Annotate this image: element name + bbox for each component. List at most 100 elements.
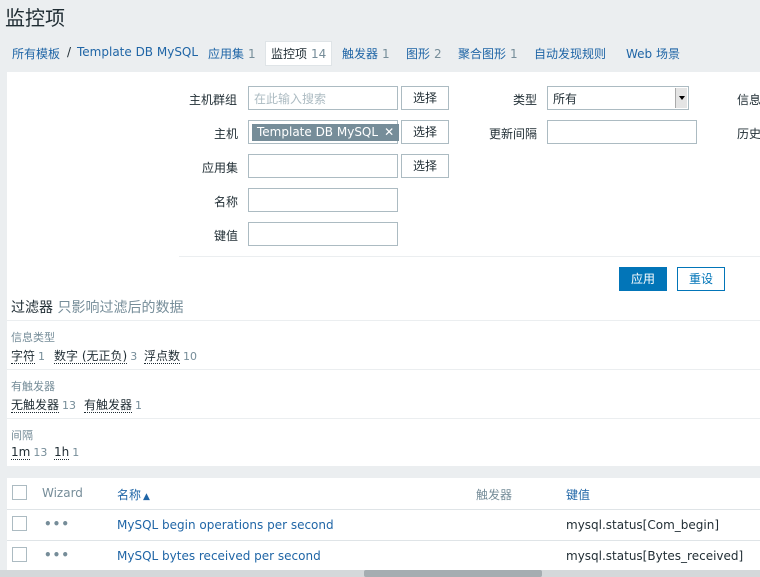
subfilter-facet[interactable]: 浮点数 10 bbox=[144, 347, 197, 364]
subfilter-hint: 只影响过滤后的数据 bbox=[57, 300, 184, 316]
item-name-link[interactable]: MySQL begin operations per second bbox=[117, 518, 334, 532]
more-icon[interactable]: ••• bbox=[44, 548, 70, 562]
column-header-name[interactable]: 名称 ▲ bbox=[117, 486, 150, 503]
tab-label: 聚合图形 bbox=[458, 47, 507, 61]
subfilter-section-label: 信息类型 bbox=[11, 331, 55, 344]
tab-count: 1 bbox=[248, 47, 256, 61]
reset-button[interactable]: 重设 bbox=[677, 267, 725, 291]
host-chip-label: Template DB MySQL bbox=[257, 125, 379, 139]
tab-count: 2 bbox=[434, 47, 442, 61]
subfilter-facet[interactable]: 1m 13 bbox=[11, 445, 48, 460]
tab-label: 监控项 bbox=[271, 47, 308, 61]
breadcrumb-template[interactable]: Template DB MySQL bbox=[77, 45, 198, 59]
subfilter-facet[interactable]: 1h 1 bbox=[54, 445, 79, 460]
subfilter-section-label: 有触发器 bbox=[11, 380, 55, 393]
divider bbox=[7, 509, 760, 510]
facet-link[interactable]: 1h bbox=[54, 445, 70, 460]
facet-link[interactable]: 浮点数 bbox=[144, 349, 181, 364]
host-group-input[interactable]: 在此输入搜索 bbox=[248, 86, 398, 110]
host-label: 主机 bbox=[214, 127, 239, 141]
host-select-button[interactable]: 选择 bbox=[401, 120, 449, 144]
application-input[interactable] bbox=[248, 154, 398, 178]
divider bbox=[179, 256, 760, 257]
facet-count: 13 bbox=[33, 446, 48, 459]
interval-label: 更新间隔 bbox=[489, 127, 538, 141]
facet-link[interactable]: 1m bbox=[11, 445, 31, 460]
host-input[interactable]: Template DB MySQL ✕ bbox=[248, 120, 400, 144]
column-header-key[interactable]: 键值 bbox=[566, 486, 590, 503]
remove-icon[interactable]: ✕ bbox=[384, 125, 394, 139]
tab-count: 14 bbox=[311, 47, 327, 61]
application-select-button[interactable]: 选择 bbox=[401, 154, 449, 178]
facet-count: 10 bbox=[183, 350, 198, 363]
tab-web[interactable]: Web 场景 bbox=[626, 45, 680, 62]
tab-label: 触发器 bbox=[342, 47, 379, 61]
info-type-label: 信息 bbox=[737, 93, 760, 107]
tab-graphs[interactable]: 图形 2 bbox=[406, 45, 442, 62]
interval-input[interactable] bbox=[547, 120, 697, 144]
subfilter-title: 过滤器 只影响过滤后的数据 bbox=[11, 297, 183, 317]
horizontal-scrollbar[interactable] bbox=[0, 570, 760, 577]
history-label: 历史 bbox=[737, 127, 760, 141]
tab-discovery[interactable]: 自动发现规则 bbox=[534, 45, 606, 62]
host-group-label: 主机群组 bbox=[189, 93, 238, 107]
tab-count: 1 bbox=[510, 47, 518, 61]
row-checkbox[interactable] bbox=[12, 547, 27, 562]
breadcrumb-all-templates[interactable]: 所有模板 bbox=[12, 45, 60, 62]
host-chip: Template DB MySQL ✕ bbox=[252, 124, 400, 141]
page-title: 监控项 bbox=[5, 6, 65, 30]
items-table: Wizard 名称 ▲ 触发器 键值 ••• MySQL begin operat… bbox=[7, 478, 760, 577]
item-name-link[interactable]: MySQL bytes received per second bbox=[117, 549, 321, 563]
chevron-down-icon bbox=[675, 88, 687, 108]
tab-items[interactable]: 监控项 14 bbox=[265, 41, 333, 66]
facet-link[interactable]: 无触发器 bbox=[11, 398, 60, 413]
tab-label: 图形 bbox=[406, 47, 431, 61]
facet-count: 3 bbox=[130, 350, 138, 363]
application-label: 应用集 bbox=[202, 161, 239, 175]
key-input[interactable] bbox=[248, 222, 398, 246]
facet-link[interactable]: 有触发器 bbox=[84, 398, 133, 413]
tab-count: 1 bbox=[382, 47, 390, 61]
facet-link[interactable]: 字符 bbox=[11, 349, 36, 364]
tab-label: 应用集 bbox=[208, 47, 245, 61]
breadcrumb-nav: 所有模板 / Template DB MySQL 应用集 1 监控项 14 触发器 1… bbox=[0, 38, 760, 68]
subfilter-facet[interactable]: 字符 1 bbox=[11, 347, 45, 364]
subfilter-facet[interactable]: 数字 (无正负) 3 bbox=[54, 347, 137, 364]
subfilter-facet[interactable]: 无触发器 13 bbox=[11, 396, 76, 413]
column-header-name-label: 名称 bbox=[117, 488, 142, 502]
tab-screens[interactable]: 聚合图形 1 bbox=[458, 45, 518, 62]
item-key: mysql.status[Bytes_received] bbox=[566, 549, 744, 563]
sort-asc-icon: ▲ bbox=[143, 492, 150, 502]
key-label: 键值 bbox=[214, 229, 239, 243]
subfilter-title-text: 过滤器 bbox=[11, 300, 53, 316]
column-header-wizard: Wizard bbox=[42, 486, 83, 500]
type-select[interactable]: 所有 bbox=[547, 86, 689, 110]
select-all-checkbox[interactable] bbox=[12, 485, 27, 500]
divider bbox=[7, 540, 760, 541]
item-key: mysql.status[Com_begin] bbox=[566, 518, 720, 532]
column-header-triggers: 触发器 bbox=[476, 488, 513, 502]
tab-label: Web 场景 bbox=[626, 47, 680, 61]
type-label: 类型 bbox=[513, 93, 538, 107]
facet-link[interactable]: 数字 (无正负) bbox=[54, 349, 128, 364]
tab-applications[interactable]: 应用集 1 bbox=[208, 45, 256, 62]
type-select-value: 所有 bbox=[553, 92, 578, 106]
scrollbar-thumb[interactable] bbox=[364, 570, 542, 577]
breadcrumb-separator: / bbox=[67, 45, 72, 59]
filter-panel: 主机群组 在此输入搜索 选择 主机 Template DB MySQL ✕ 选择 … bbox=[7, 72, 760, 466]
subfilter-section-label: 间隔 bbox=[11, 429, 33, 442]
more-icon[interactable]: ••• bbox=[44, 517, 70, 531]
tab-label: 自动发现规则 bbox=[534, 47, 607, 61]
apply-button[interactable]: 应用 bbox=[619, 267, 667, 291]
tab-triggers[interactable]: 触发器 1 bbox=[342, 45, 390, 62]
name-input[interactable] bbox=[248, 188, 398, 212]
divider bbox=[7, 369, 760, 370]
row-checkbox[interactable] bbox=[12, 516, 27, 531]
divider bbox=[7, 418, 760, 419]
name-label: 名称 bbox=[214, 195, 239, 209]
facet-count: 13 bbox=[62, 399, 77, 412]
subfilter-facet[interactable]: 有触发器 1 bbox=[84, 396, 142, 413]
facet-count: 1 bbox=[135, 399, 143, 412]
facet-count: 1 bbox=[38, 350, 46, 363]
host-group-select-button[interactable]: 选择 bbox=[401, 86, 449, 110]
